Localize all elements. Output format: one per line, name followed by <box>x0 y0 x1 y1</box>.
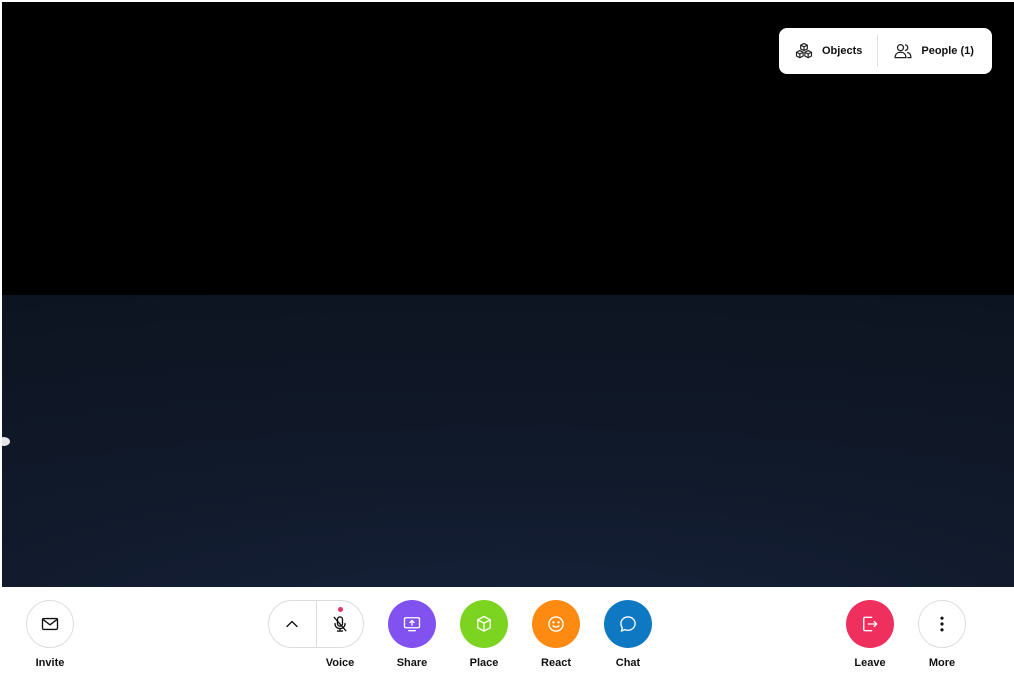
chevron-up-icon <box>286 620 298 628</box>
chat-label: Chat <box>615 657 641 669</box>
exit-icon <box>863 616 878 632</box>
leave-circle[interactable] <box>846 600 894 648</box>
more-button[interactable]: More <box>912 600 972 669</box>
envelope-icon <box>41 617 59 631</box>
voice-options-button[interactable] <box>269 601 316 647</box>
invite-circle[interactable] <box>26 600 74 648</box>
leave-button[interactable]: Leave <box>840 600 900 669</box>
vertical-dots-icon <box>940 616 944 632</box>
top-right-panel: Objects People (1) <box>779 28 992 74</box>
more-circle[interactable] <box>918 600 966 648</box>
people-label: People (1) <box>921 45 974 57</box>
react-circle[interactable] <box>532 600 580 648</box>
voice-control-group <box>268 600 364 648</box>
chat-circle[interactable] <box>604 600 652 648</box>
objects-button[interactable]: Objects <box>779 28 877 74</box>
invite-button[interactable]: Invite <box>20 600 80 669</box>
share-label: Share <box>396 657 428 669</box>
invite-label: Invite <box>35 657 65 669</box>
share-button[interactable]: Share <box>382 600 442 669</box>
people-icon <box>894 44 912 59</box>
voice-button[interactable] <box>316 601 363 647</box>
leave-label: Leave <box>854 657 886 669</box>
objects-label: Objects <box>822 45 863 57</box>
bottom-toolbar: Invite Voice Share Place React Chat Leav… <box>2 587 1014 680</box>
react-label: React <box>541 657 571 669</box>
scene-viewport[interactable]: Objects People (1) <box>2 2 1014 587</box>
chat-bubble-icon <box>620 616 636 632</box>
more-label: More <box>928 657 956 669</box>
place-label: Place <box>469 657 499 669</box>
people-button[interactable]: People (1) <box>878 28 989 74</box>
share-circle[interactable] <box>388 600 436 648</box>
screen-share-icon <box>403 617 421 632</box>
voice-indicator-dot <box>338 607 344 612</box>
chat-button[interactable]: Chat <box>598 600 658 669</box>
voice-label: Voice <box>325 657 355 669</box>
cube-icon <box>477 615 491 632</box>
cubes-icon <box>795 42 813 59</box>
place-button[interactable]: Place <box>454 600 514 669</box>
smiley-icon <box>548 616 564 632</box>
scene-ground <box>2 295 1014 587</box>
place-circle[interactable] <box>460 600 508 648</box>
react-button[interactable]: React <box>526 600 586 669</box>
microphone-muted-icon <box>333 616 347 632</box>
